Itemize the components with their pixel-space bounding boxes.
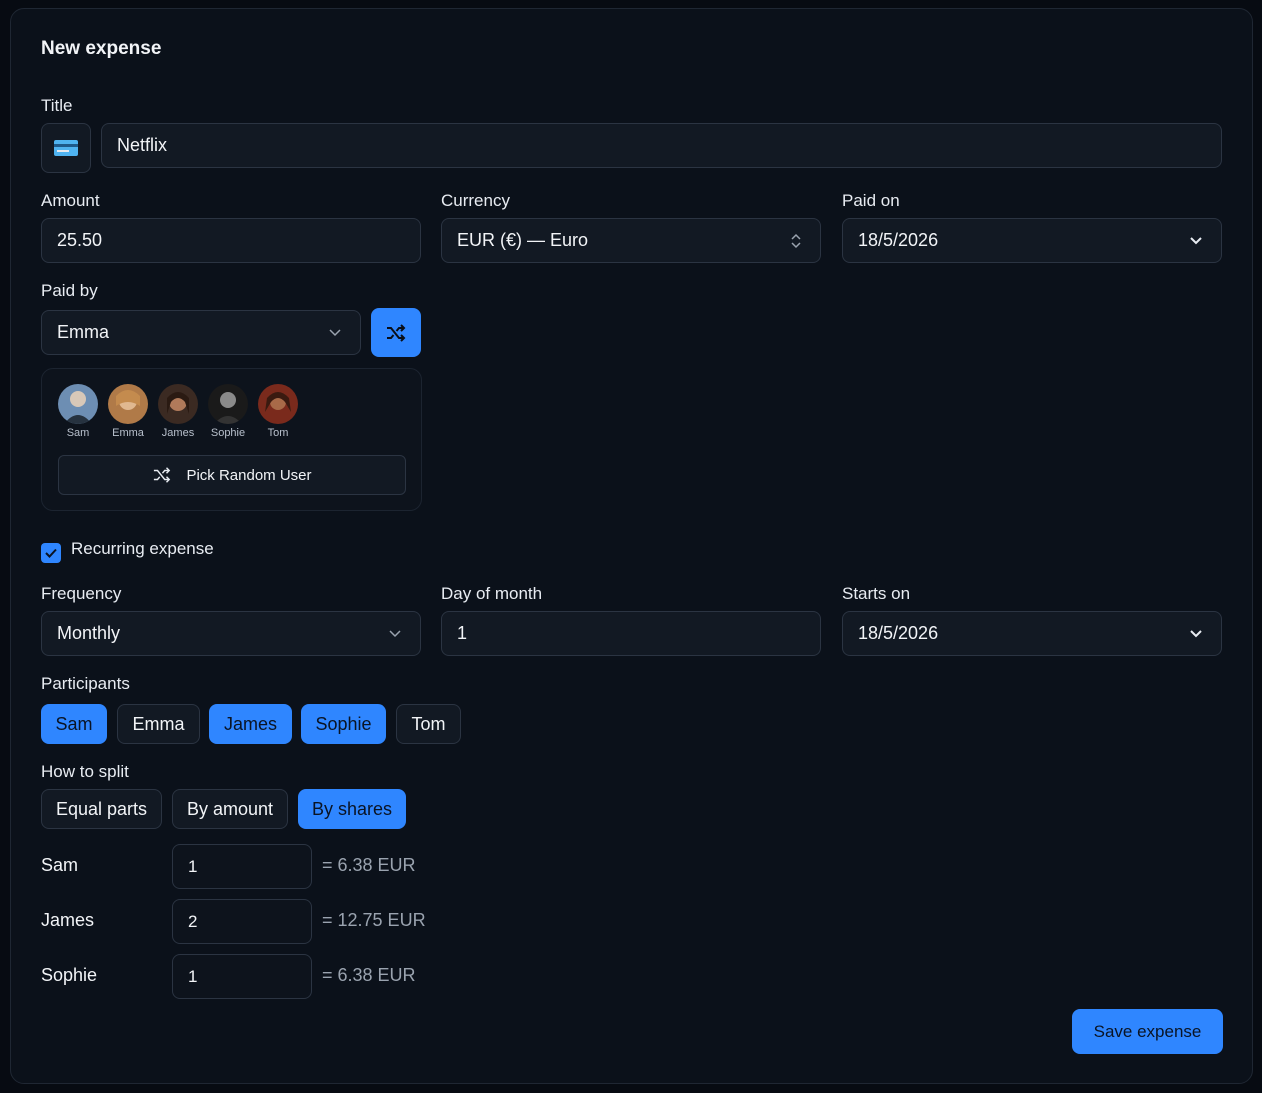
amount-input[interactable]: 25.50 (41, 218, 421, 263)
participant-name: James (223, 713, 277, 734)
starts-on-date-picker[interactable]: 18/5/2026 (842, 611, 1222, 656)
share-input-james[interactable]: 2 (172, 899, 312, 944)
paid-by-select[interactable]: Emma (41, 310, 361, 355)
split-option-label: By amount (186, 798, 274, 819)
recurring-label[interactable]: Recurring expense (71, 539, 214, 559)
avatar (58, 384, 98, 424)
paid-by-label: Paid by (41, 281, 98, 300)
recurring-checkbox[interactable] (41, 543, 61, 563)
share-result: = 12.75 EUR (322, 910, 426, 930)
save-expense-button[interactable]: Save expense (1072, 1009, 1223, 1054)
participants-label: Participants (41, 674, 130, 693)
paid-on-date-picker[interactable]: 18/5/2026 (842, 218, 1222, 263)
split-by-amount[interactable]: By amount (172, 789, 288, 829)
credit-card-icon (54, 140, 78, 156)
currency-label: Currency (441, 191, 510, 210)
avatar-name: James (161, 427, 195, 439)
day-of-month-label: Day of month (441, 584, 543, 603)
share-input-sophie[interactable]: 1 (172, 954, 312, 999)
share-row-name: Sophie (41, 965, 98, 985)
starts-on-label: Starts on (842, 584, 911, 603)
share-row-name: Sam (41, 855, 79, 875)
participant-chip-tom[interactable]: Tom (396, 704, 461, 744)
currency-value: EUR (€) — Euro (457, 230, 589, 250)
participant-name: Sophie (315, 713, 372, 734)
participant-name: Emma (132, 713, 185, 734)
avatar (158, 384, 198, 424)
checkmark-icon (45, 548, 57, 558)
frequency-label: Frequency (41, 584, 122, 603)
participant-chip-james[interactable]: James (209, 704, 292, 744)
participant-name: Tom (411, 713, 446, 734)
expense-icon-picker[interactable] (41, 123, 91, 173)
chevron-down-icon (389, 629, 401, 637)
new-expense-card: New expense Title Netflix Amount 25.50 C… (10, 8, 1253, 1084)
split-equal-parts[interactable]: Equal parts (41, 789, 162, 829)
split-by-shares[interactable]: By shares (298, 789, 406, 829)
user-sophie[interactable]: Sophie (208, 384, 248, 439)
frequency-select[interactable]: Monthly (41, 611, 421, 656)
user-picker-panel: Sam Emma James Sophie Tom Pick Random Us… (41, 368, 422, 511)
chevron-down-icon (329, 328, 341, 336)
share-result: = 6.38 EUR (322, 855, 416, 875)
amount-value: 25.50 (57, 230, 103, 250)
participant-chip-sophie[interactable]: Sophie (301, 704, 386, 744)
frequency-value: Monthly (57, 623, 121, 643)
pick-random-user-button[interactable]: Pick Random User (58, 455, 406, 495)
share-row-name: James (41, 910, 95, 930)
title-label: Title (41, 96, 73, 115)
paid-on-value: 18/5/2026 (858, 230, 939, 250)
share-result: = 6.38 EUR (322, 965, 416, 985)
shuffle-button[interactable] (371, 308, 421, 357)
user-tom[interactable]: Tom (258, 384, 298, 439)
participant-name: Sam (55, 713, 93, 734)
chevron-down-icon (1190, 629, 1202, 637)
chevron-down-icon (1190, 236, 1202, 244)
amount-label: Amount (41, 191, 100, 210)
share-value: 1 (188, 856, 198, 876)
split-label: How to split (41, 762, 129, 781)
split-option-label: Equal parts (55, 798, 148, 819)
avatar (108, 384, 148, 424)
avatar-name: Tom (267, 427, 289, 439)
share-input-sam[interactable]: 1 (172, 844, 312, 889)
currency-select[interactable]: EUR (€) — Euro (441, 218, 821, 263)
form-title: New expense (41, 38, 162, 59)
avatar-name: Emma (112, 427, 144, 439)
user-sam[interactable]: Sam (58, 384, 98, 439)
avatar (208, 384, 248, 424)
starts-on-value: 18/5/2026 (858, 623, 939, 643)
user-james[interactable]: James (158, 384, 198, 439)
title-input[interactable]: Netflix (101, 123, 1222, 168)
day-of-month-value: 1 (457, 623, 468, 643)
avatar (258, 384, 298, 424)
updown-chevron-icon (791, 233, 801, 248)
split-option-label: By shares (311, 798, 393, 819)
paid-by-value: Emma (57, 322, 110, 342)
avatar-name: Sophie (210, 427, 246, 439)
avatar-name: Sam (66, 427, 90, 439)
title-input-value: Netflix (117, 135, 168, 155)
participant-chip-sam[interactable]: Sam (41, 704, 107, 744)
day-of-month-input[interactable]: 1 (441, 611, 821, 656)
share-value: 1 (188, 966, 198, 986)
user-emma[interactable]: Emma (108, 384, 148, 439)
participant-chip-emma[interactable]: Emma (117, 704, 200, 744)
shuffle-icon (154, 467, 171, 483)
share-value: 2 (188, 911, 198, 931)
pick-random-label: Pick Random User (186, 466, 312, 484)
paid-on-label: Paid on (842, 191, 900, 210)
save-label: Save expense (1093, 1021, 1202, 1041)
shuffle-icon (387, 323, 406, 342)
